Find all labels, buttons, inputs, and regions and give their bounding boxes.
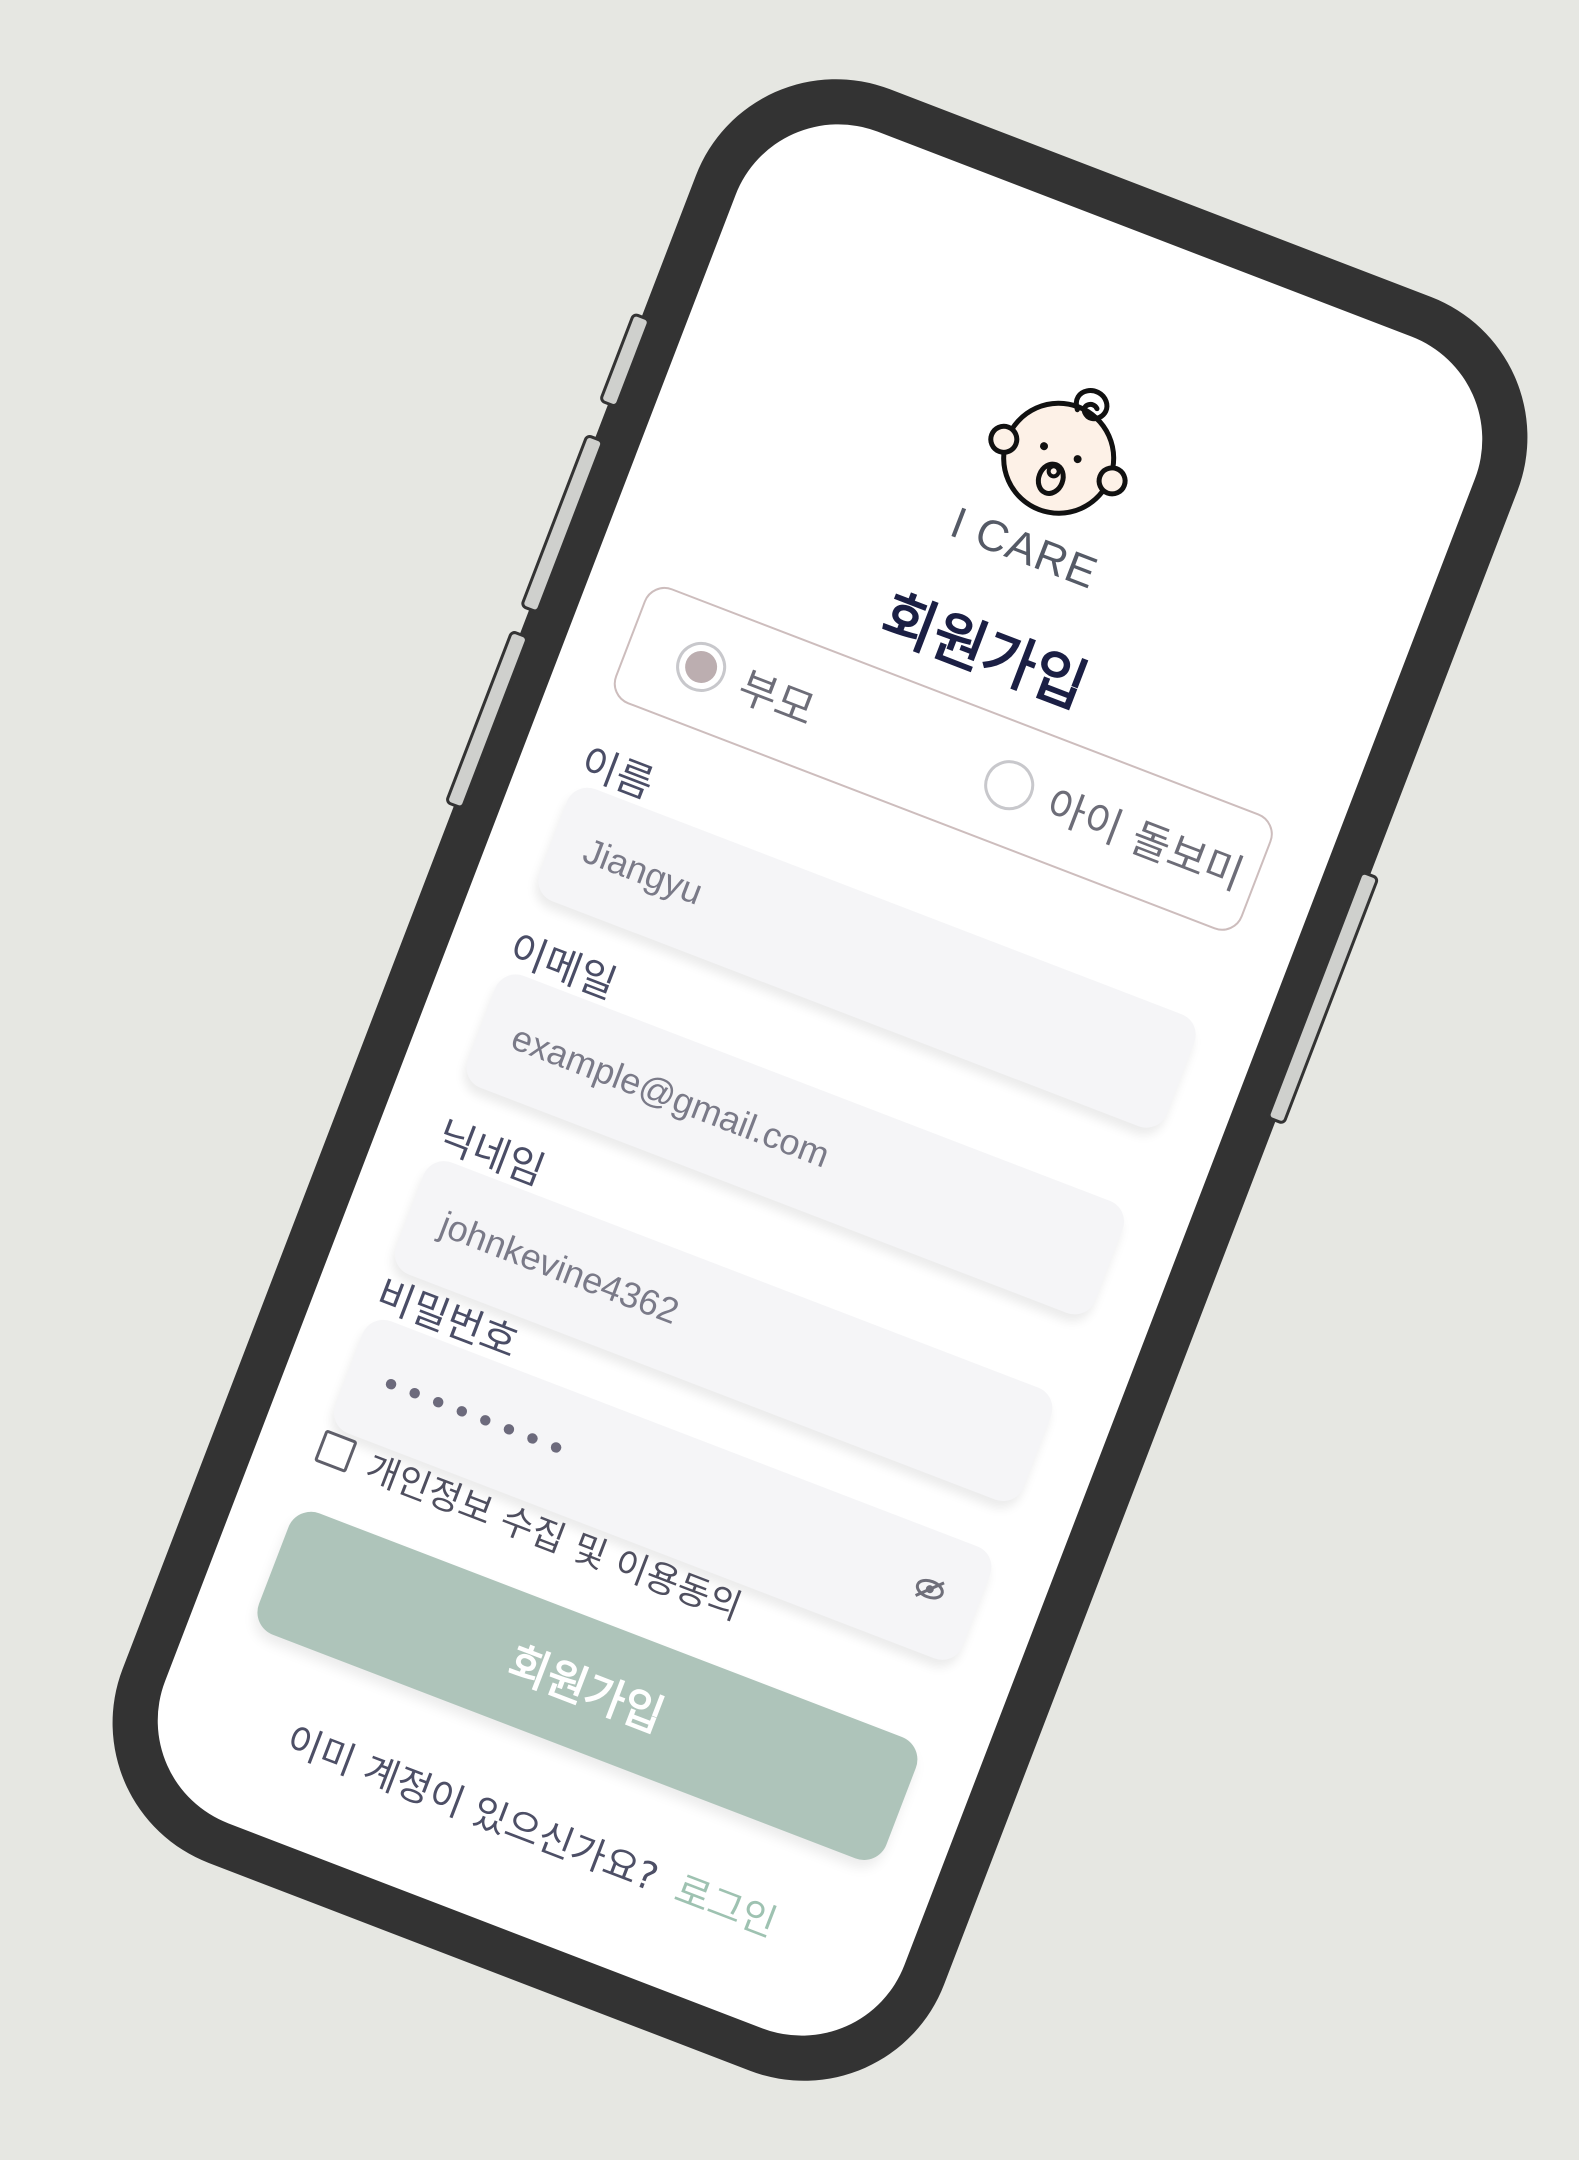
radio-dot <box>680 645 722 688</box>
email-value: example@gmail.com <box>506 1016 836 1176</box>
app-screen: I CARE 회원가입 부모 아이 돌보미 이름 Jiangyu 이메일 exa… <box>125 92 1515 2068</box>
radio-button-selected[interactable] <box>669 634 734 699</box>
consent-checkbox[interactable] <box>313 1429 358 1474</box>
login-link[interactable]: 로그인 <box>669 1867 783 1946</box>
phone-frame: I CARE 회원가입 부모 아이 돌보미 이름 Jiangyu 이메일 exa… <box>68 35 1572 2125</box>
radio-button[interactable] <box>977 752 1042 818</box>
role-option-parent[interactable]: 부모 <box>667 629 824 738</box>
role-option-label: 아이 돌보미 <box>1039 780 1251 900</box>
logo: I CARE <box>936 344 1171 603</box>
stage: I CARE 회원가입 부모 아이 돌보미 이름 Jiangyu 이메일 exa… <box>0 0 1579 2160</box>
role-option-label: 부모 <box>731 661 822 736</box>
eye-slash-icon[interactable] <box>906 1567 951 1615</box>
name-value: Jiangyu <box>577 829 709 913</box>
